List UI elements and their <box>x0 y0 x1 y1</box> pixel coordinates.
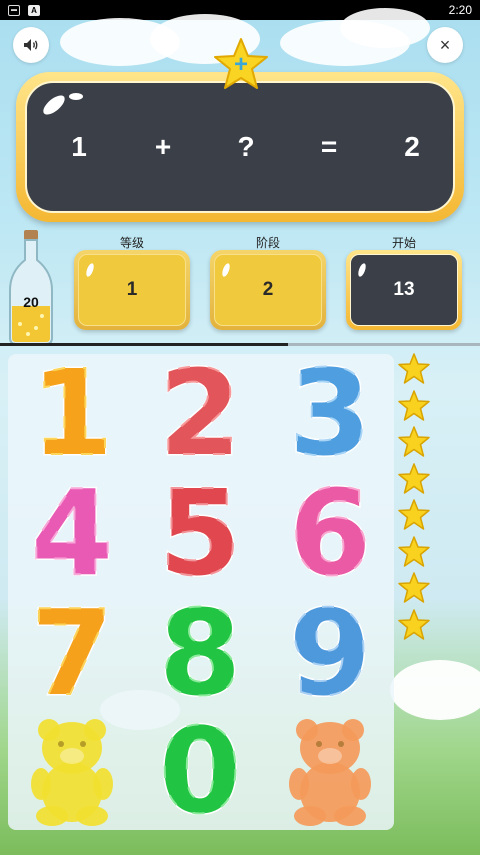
orange-gummy-bear <box>266 712 394 830</box>
yellow-gummy-bear <box>8 712 136 830</box>
level-label: 等级 <box>119 236 144 250</box>
stage-label: 阶段 <box>255 236 280 250</box>
progress-star-icon <box>398 572 430 603</box>
speaker-icon <box>24 39 38 51</box>
number-pad: 112233 445566 77889900 <box>8 343 394 842</box>
equation-unknown: ? <box>237 131 255 162</box>
digit-highlight-3: 3 <box>289 344 371 482</box>
level-value: 1 <box>126 279 138 300</box>
notification-icon: ▬ <box>8 4 20 16</box>
equation-equals: = <box>320 131 338 162</box>
progress-star-icon <box>398 462 430 494</box>
bottle-count: 20 <box>23 294 39 310</box>
equation-display: 1 + ? = 2 <box>25 81 455 213</box>
start-box[interactable]: 13 <box>346 250 462 330</box>
digit-highlight-7: 7 <box>31 584 113 722</box>
progress-star-icon <box>398 499 430 530</box>
digit-highlight-0: 0 <box>159 702 241 840</box>
sound-button[interactable] <box>13 27 49 63</box>
badge-plus: + <box>234 51 248 78</box>
digit-button-1[interactable]: 11 <box>8 343 136 484</box>
progress-star-icon <box>398 389 430 421</box>
progress-star-icon <box>398 426 430 457</box>
digit-button-6[interactable]: 66 <box>266 463 394 604</box>
stage-box: 2 <box>210 250 326 330</box>
close-icon: × <box>439 34 451 55</box>
status-time: 2:20 <box>448 3 472 17</box>
bottle-icon <box>9 230 53 345</box>
progress-star-icon <box>398 608 430 640</box>
digit-button-0[interactable]: 00 <box>136 701 264 842</box>
digit-highlight-2: 2 <box>159 344 241 482</box>
digit-button-4[interactable]: 44 <box>8 463 136 604</box>
start-value: 13 <box>393 279 415 300</box>
equation-result: 2 <box>404 131 420 162</box>
start-label: 开始 <box>391 236 416 250</box>
digit-highlight-4: 4 <box>31 464 113 602</box>
digit-highlight-1: 1 <box>31 344 113 482</box>
equation-board: 1 + ? = 2 <box>16 72 464 222</box>
star-plus-icon: + <box>214 38 268 89</box>
digit-button-5[interactable]: 55 <box>136 463 264 604</box>
digit-button-3[interactable]: 33 <box>266 343 394 484</box>
digit-button-8[interactable]: 88 <box>136 583 264 724</box>
level-box: 1 <box>74 250 190 330</box>
equation-operator: + <box>154 131 172 162</box>
close-button[interactable]: × <box>427 27 463 63</box>
digit-button-2[interactable]: 22 <box>136 343 264 484</box>
stage-value: 2 <box>262 279 274 300</box>
digit-highlight-9: 9 <box>289 584 371 722</box>
equation-term-1: 1 <box>71 131 87 162</box>
digit-highlight-6: 6 <box>289 464 371 602</box>
progress-star-icon <box>398 535 430 567</box>
digit-button-7[interactable]: 77 <box>8 583 136 724</box>
a-icon: A <box>28 4 40 16</box>
progress-star-icon <box>398 353 430 384</box>
digit-highlight-5: 5 <box>159 464 241 602</box>
digit-button-9[interactable]: 99 <box>266 583 394 724</box>
